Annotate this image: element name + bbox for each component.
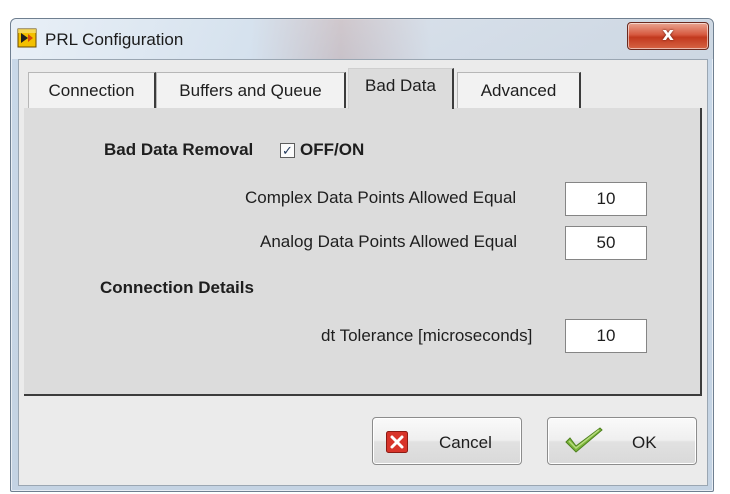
tab-bad-data[interactable]: Bad Data	[348, 68, 454, 109]
cancel-label: Cancel	[439, 433, 492, 452]
tab-buffers-and-queue[interactable]: Buffers and Queue	[156, 72, 346, 108]
red-x-icon	[386, 431, 408, 453]
analog-points-value: 50	[596, 233, 616, 252]
close-button[interactable]: x	[627, 22, 709, 50]
desktop-background	[0, 0, 10, 494]
off-on-label: OFF/ON	[300, 140, 365, 159]
bad-data-removal-checkbox[interactable]: ✓	[280, 143, 295, 159]
ok-label: OK	[632, 433, 657, 452]
complex-points-value: 10	[596, 189, 616, 208]
ok-button[interactable]: OK	[547, 417, 697, 465]
bad-data-panel: Bad Data Removal ✓ OFF/ON Complex Data P…	[24, 108, 702, 396]
complex-points-label: Complex Data Points Allowed Equal	[245, 188, 517, 207]
title-bar[interactable]: PRL Configuration x	[11, 19, 713, 59]
checkmark-icon: ✓	[282, 144, 293, 159]
cancel-button[interactable]: Cancel	[372, 417, 522, 465]
labview-app-icon	[17, 28, 37, 48]
dt-tolerance-value: 10	[596, 326, 616, 345]
tab-label: Connection	[48, 81, 135, 100]
tab-label: Advanced	[480, 81, 557, 100]
analog-points-label: Analog Data Points Allowed Equal	[260, 232, 518, 251]
window-title: PRL Configuration	[45, 30, 184, 49]
tab-label: Buffers and Queue	[179, 81, 322, 100]
prl-configuration-dialog: PRL Configuration x Connection Buffers a…	[10, 18, 714, 492]
complex-points-input[interactable]: 10	[565, 182, 647, 216]
close-icon: x	[662, 24, 674, 45]
green-check-icon	[565, 427, 603, 453]
dt-tolerance-input[interactable]: 10	[565, 319, 647, 353]
analog-points-input[interactable]: 50	[565, 226, 647, 260]
tab-label: Bad Data	[365, 76, 436, 95]
tab-connection[interactable]: Connection	[28, 72, 156, 108]
connection-details-heading: Connection Details	[100, 278, 254, 297]
dialog-client-area: Connection Buffers and Queue Bad Data Ad…	[18, 59, 708, 486]
dt-tolerance-label: dt Tolerance [microseconds]	[321, 326, 533, 345]
bad-data-removal-label: Bad Data Removal	[104, 140, 254, 159]
tab-advanced[interactable]: Advanced	[457, 72, 581, 108]
